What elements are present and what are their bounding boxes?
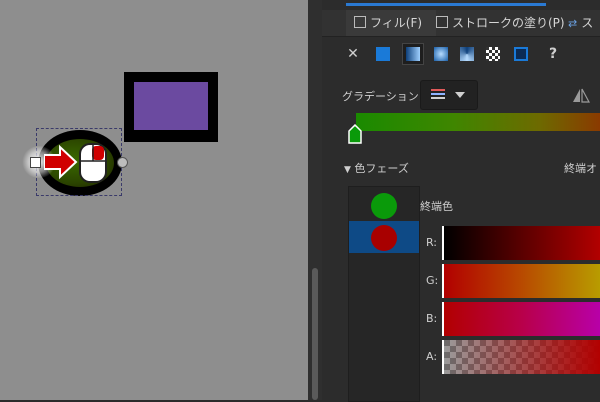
tab-fill[interactable]: フィル(F): [346, 10, 436, 36]
tab-fill-label: フィル(F): [370, 16, 423, 30]
gradient-preview-bar[interactable]: [356, 113, 600, 131]
gradient-start-handle[interactable]: [30, 157, 41, 168]
gradient-stop-marker[interactable]: [348, 124, 362, 144]
scrollbar-thumb[interactable]: [312, 268, 318, 400]
close-icon[interactable]: ✕: [344, 45, 362, 63]
channel-a-slider[interactable]: [442, 340, 600, 374]
end-color-label: 終端色: [420, 200, 453, 213]
tab-style-label: ス: [581, 16, 594, 30]
color-stops-list: [348, 186, 420, 402]
color-stop-swatch: [371, 225, 397, 251]
collapse-triangle-icon: ▼: [344, 165, 351, 175]
color-stop-item-selected[interactable]: [349, 221, 419, 253]
rectangle-fill: [134, 82, 208, 130]
channel-g-label: G:: [426, 274, 439, 287]
tab-stroke-fill[interactable]: ストロークの塗り(P): [436, 10, 565, 36]
channel-b-label: B:: [426, 312, 438, 325]
channel-g-slider[interactable]: [442, 264, 600, 298]
gradient-label: グラデーション:: [342, 90, 423, 103]
canvas-vertical-scrollbar[interactable]: [308, 0, 322, 400]
color-stop-swatch: [371, 193, 397, 219]
pattern-fill-icon[interactable]: [486, 47, 500, 61]
channel-a-label: A:: [426, 350, 438, 363]
panel-tabs: フィル(F) ストロークの塗り(P) ⇄ ス: [322, 10, 600, 37]
color-phase-header[interactable]: ▼ 色フェーズ: [344, 160, 409, 176]
swap-icon: ⇄: [568, 17, 578, 30]
gradient-preset-icon: [431, 89, 465, 99]
gradient-preset-dropdown[interactable]: [420, 80, 478, 110]
color-stop-item[interactable]: [349, 189, 419, 221]
canvas[interactable]: [0, 0, 308, 400]
help-icon[interactable]: ?: [544, 45, 562, 63]
checkbox-icon: [354, 16, 366, 28]
linear-gradient-icon: [406, 47, 420, 61]
gradient-end-handle[interactable]: [117, 157, 128, 168]
rectangle-shape[interactable]: [124, 72, 218, 142]
color-phase-label: 色フェーズ: [354, 162, 409, 175]
conic-gradient-icon[interactable]: [460, 47, 474, 61]
mouse-icon: [79, 143, 107, 183]
checkbox-icon: [436, 16, 448, 28]
drag-mouse-icon: [44, 143, 107, 183]
tab-stroke-fill-label: ストロークの塗り(P): [452, 16, 565, 30]
fill-type-toolbar: ✕ ?: [322, 40, 600, 70]
panel-accent-bar: [346, 3, 546, 6]
channel-r-slider[interactable]: [442, 226, 600, 260]
arrow-icon: [44, 144, 78, 180]
radial-gradient-icon[interactable]: [434, 47, 448, 61]
fill-panel: フィル(F) ストロークの塗り(P) ⇄ ス ✕ ? グラデーション: ▼ 色フ…: [322, 0, 600, 402]
channel-b-slider[interactable]: [442, 302, 600, 336]
chevron-down-icon: [455, 92, 465, 98]
linear-gradient-selected-bg[interactable]: [402, 43, 424, 65]
swatch-fill-icon[interactable]: [514, 47, 528, 61]
solid-fill-icon[interactable]: [376, 47, 390, 61]
reverse-gradient-icon[interactable]: [572, 88, 590, 104]
tab-style[interactable]: ⇄ ス: [568, 10, 593, 36]
end-offset-label: 終端オ: [564, 162, 597, 175]
channel-r-label: R:: [426, 236, 438, 249]
